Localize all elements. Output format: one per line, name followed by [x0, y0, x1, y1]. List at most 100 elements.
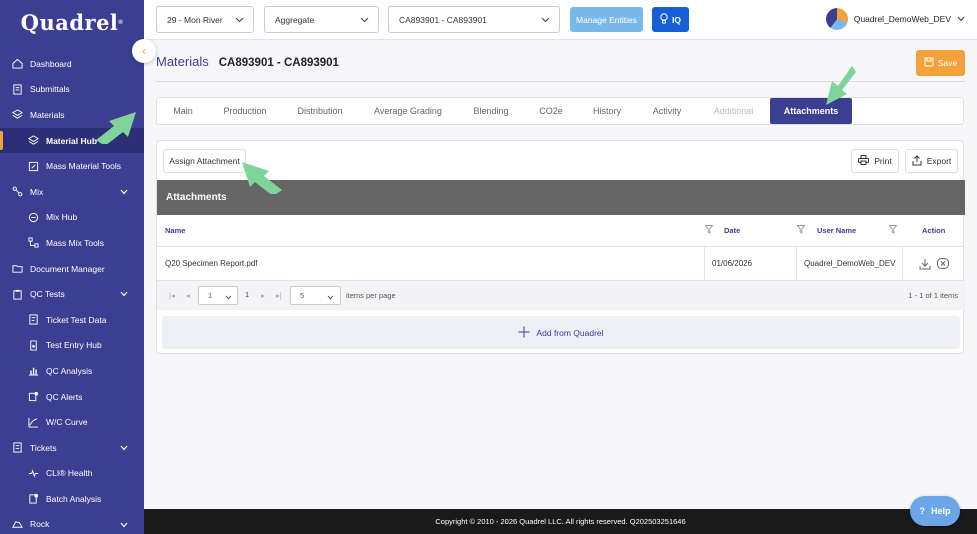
attachment-name[interactable]: Q20 Specimen Report.pdf — [165, 247, 258, 280]
help-label: Help — [930, 506, 951, 516]
filter-icon[interactable] — [888, 225, 898, 236]
add-from-quadrel-button[interactable]: Add from Quadrel — [162, 316, 960, 349]
question-icon: ? — [919, 506, 925, 516]
current-page[interactable]: 1 — [245, 290, 249, 299]
page-number-select[interactable]: 1 — [198, 286, 238, 305]
document-icon — [11, 83, 24, 96]
iq-button[interactable]: IQ — [652, 7, 689, 32]
annotation-arrow-icon — [826, 66, 856, 105]
quadrel-logo[interactable]: Quadrel ® — [0, 0, 144, 45]
tab-additional[interactable]: Additional — [697, 98, 770, 124]
sidebar-item-label: Mix Hub — [46, 212, 78, 223]
material-type-select[interactable]: Aggregate — [264, 6, 379, 33]
sidebar-item-label: Mass Material Tools — [46, 161, 121, 172]
tab-blending[interactable]: Blending — [457, 98, 525, 124]
page-size-select[interactable]: 5 — [290, 286, 341, 305]
logo-mark: ® — [118, 19, 124, 26]
sidebar-item-wc-curve[interactable]: W/C Curve — [0, 409, 144, 435]
tab-activity[interactable]: Activity — [637, 98, 697, 124]
user-name: Quadrel_DemoWeb_DEV — [853, 14, 951, 24]
sidebar-item-ticket-test-data[interactable]: Ticket Test Data — [0, 307, 144, 333]
collapse-sidebar-button[interactable]: ‹ — [132, 39, 156, 63]
column-header-date[interactable]: Date — [724, 215, 740, 246]
sidebar-item-document-manager[interactable]: Document Manager — [0, 256, 144, 282]
sidebar-item-label: Dashboard — [30, 58, 72, 69]
sidebar-item-dashboard[interactable]: Dashboard — [0, 51, 144, 77]
batch-icon — [27, 492, 40, 505]
delete-icon[interactable] — [937, 247, 949, 280]
chevron-down-icon[interactable] — [120, 520, 128, 530]
tab-label: Additional — [713, 106, 754, 116]
tab-co2e[interactable]: CO2e — [525, 98, 577, 124]
sidebar-item-label: Ticket Test Data — [46, 314, 107, 325]
tab-distribution[interactable]: Distribution — [281, 98, 359, 124]
nodes-icon — [27, 236, 40, 249]
bar-chart-icon — [27, 364, 40, 377]
sidebar-item-mix-hub[interactable]: Mix Hub — [0, 205, 144, 231]
column-header-name[interactable]: Name — [165, 215, 185, 246]
footer: Copyright © 2010 - 2026 Quadrel LLC. All… — [144, 509, 977, 534]
sidebar-item-qc-tests[interactable]: QC Tests — [0, 281, 144, 307]
sidebar-item-mass-material-tools[interactable]: Mass Material Tools — [0, 153, 144, 179]
sidebar-item-mix[interactable]: Mix — [0, 179, 144, 205]
sidebar-item-rock[interactable]: Rock — [0, 512, 144, 534]
download-icon[interactable] — [919, 247, 931, 280]
sidebar-item-submittals[interactable]: Submittals — [0, 77, 144, 103]
last-page-icon[interactable]: ▸| — [276, 291, 282, 300]
tab-history[interactable]: History — [577, 98, 637, 124]
tools-icon — [27, 160, 40, 173]
tab-average-grading[interactable]: Average Grading — [359, 98, 457, 124]
export-button[interactable]: Export — [905, 149, 958, 173]
material-select[interactable]: CA893901 - CA893901 — [388, 6, 560, 33]
sidebar-item-label: Mix — [30, 186, 44, 197]
sidebar-item-label: Material Hub — [46, 135, 98, 146]
help-button[interactable]: ? Help — [910, 496, 960, 526]
tab-main[interactable]: Main — [157, 98, 209, 124]
sidebar-item-tickets[interactable]: Tickets — [0, 435, 144, 461]
chevron-down-icon — [327, 293, 334, 302]
export-label: Export — [926, 156, 952, 166]
column-label: Name — [165, 226, 186, 235]
user-menu[interactable]: Quadrel_DemoWeb_DEV — [825, 8, 965, 30]
table-row[interactable]: Q20 Specimen Report.pdf 01/06/2026 Quadr… — [157, 247, 965, 281]
chevron-down-icon[interactable] — [120, 289, 128, 299]
cell-divider — [902, 247, 903, 280]
test-entry-icon — [27, 339, 40, 352]
manage-entities-button[interactable]: Manage Entities — [570, 7, 643, 32]
sidebar-item-label: Document Manager — [30, 263, 105, 274]
tab-label: Production — [223, 106, 267, 116]
tab-production[interactable]: Production — [209, 98, 281, 124]
material-type-value: Aggregate — [275, 14, 315, 25]
save-button[interactable]: Save — [916, 50, 965, 76]
plant-select[interactable]: 29 - Mon River — [156, 6, 254, 33]
attachment-user: Quadrel_DemoWeb_DEV — [804, 259, 896, 268]
chevron-down-icon[interactable] — [120, 187, 128, 197]
sidebar-item-batch-analysis[interactable]: Batch Analysis — [0, 486, 144, 512]
logo-text: Quadrel — [20, 10, 119, 35]
sidebar-item-cli-health[interactable]: CLI® Health — [0, 461, 144, 487]
clipboard-icon — [11, 288, 24, 301]
column-header-user[interactable]: User Name — [817, 215, 856, 246]
tab-label: Activity — [652, 106, 682, 116]
lightbulb-icon — [660, 13, 668, 26]
sidebar-item-label: Materials — [30, 109, 65, 120]
filter-icon[interactable] — [796, 225, 806, 236]
sidebar-item-qc-analysis[interactable]: QC Analysis — [0, 358, 144, 384]
mix-hub-icon — [27, 211, 40, 224]
sidebar-item-label: QC Tests — [30, 289, 65, 300]
material-code: CA893901 - CA893901 — [218, 57, 339, 69]
page-number-value: 1 — [208, 291, 213, 300]
filter-icon[interactable] — [704, 225, 714, 236]
manage-entities-label: Manage Entities — [576, 14, 637, 25]
chevron-down-icon[interactable] — [120, 443, 128, 453]
top-bar: 29 - Mon River Aggregate CA893901 - CA89… — [144, 0, 977, 40]
print-button[interactable]: Print — [851, 149, 899, 173]
page-title-text: Materials — [156, 54, 209, 69]
assign-attachment-button[interactable]: Assign Attachment — [163, 149, 246, 173]
previous-page-icon[interactable]: ◂ — [186, 291, 190, 300]
sidebar-item-qc-alerts[interactable]: QC Alerts — [0, 384, 144, 410]
first-page-icon[interactable]: |◂ — [169, 291, 175, 300]
sidebar-item-test-entry-hub[interactable]: Test Entry Hub — [0, 333, 144, 359]
next-page-icon[interactable]: ▸ — [261, 291, 265, 300]
sidebar-item-mass-mix-tools[interactable]: Mass Mix Tools — [0, 230, 144, 256]
